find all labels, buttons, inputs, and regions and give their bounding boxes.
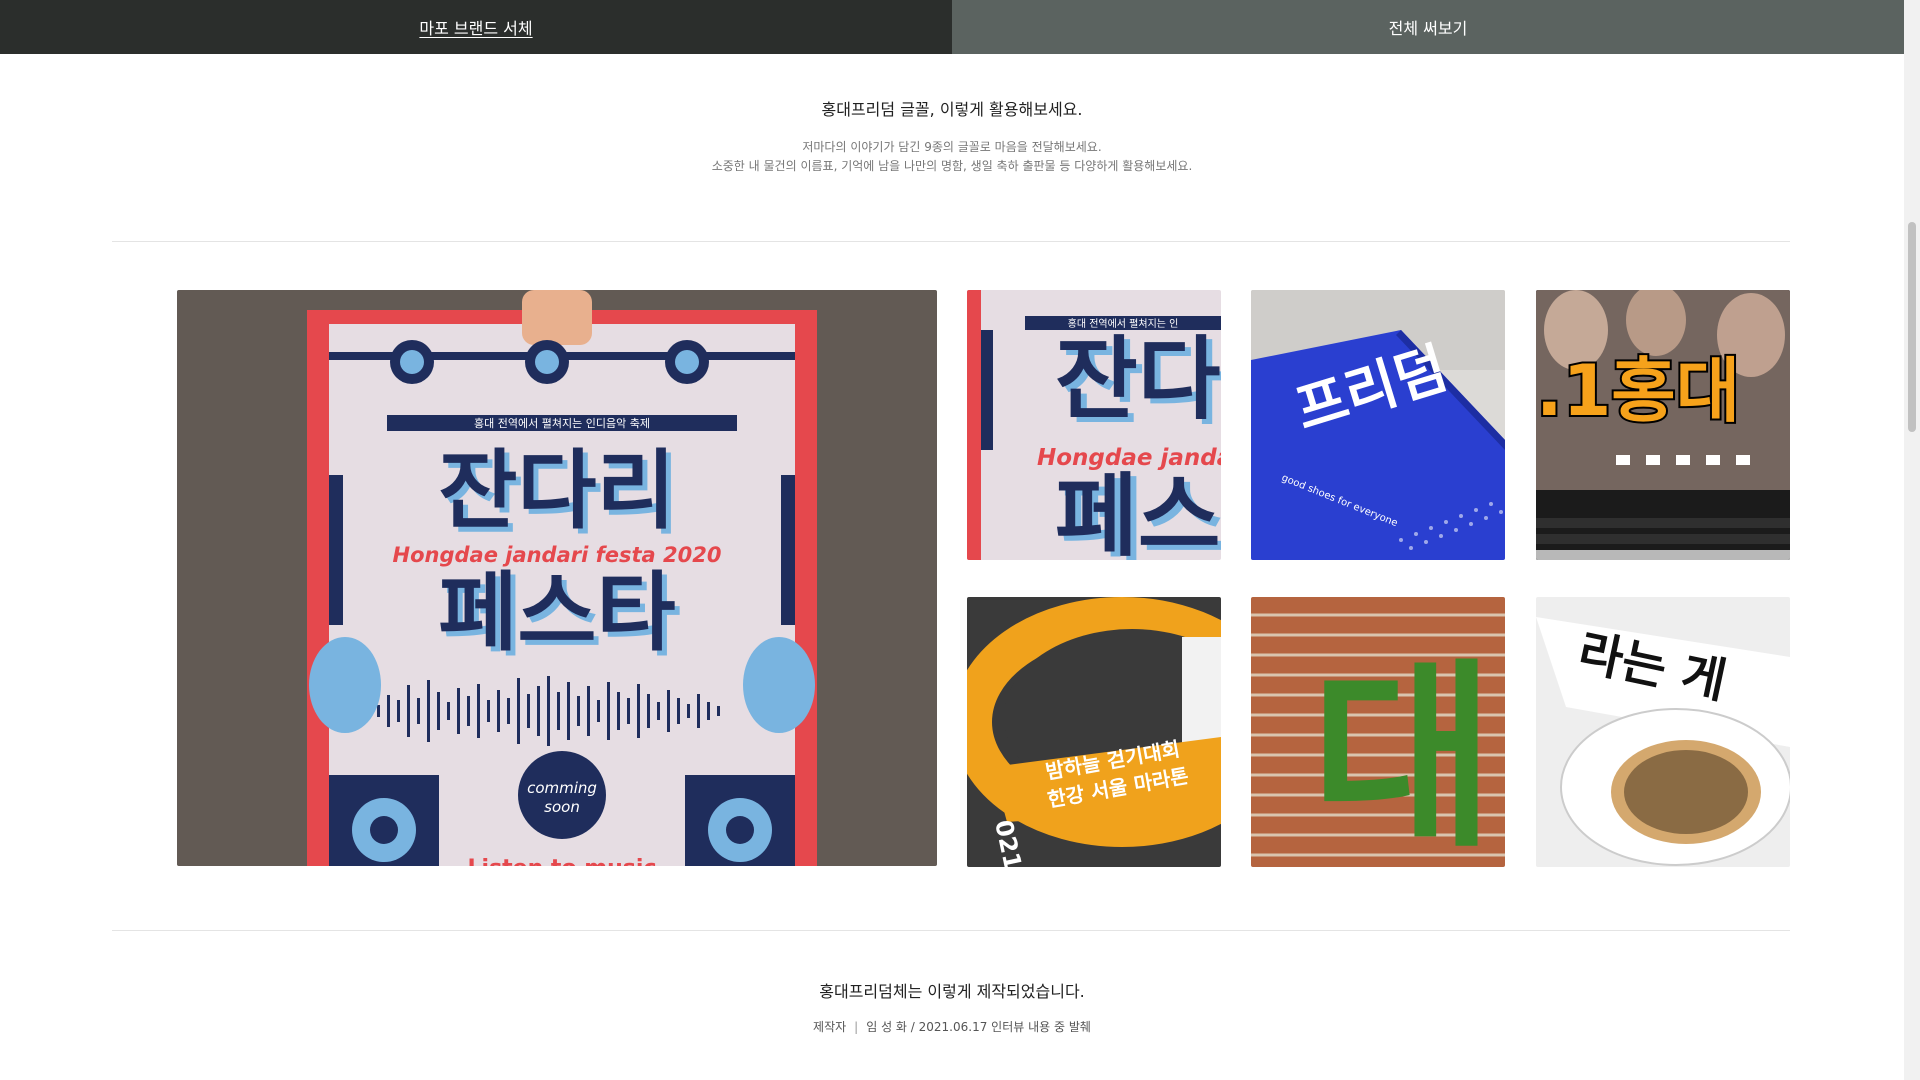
made-section-title: 홍대프리덤체는 이렇게 제작되었습니다. bbox=[819, 982, 1085, 1001]
made-section-credit: 제작자 | 임 성 화 / 2021.06.17 인터뷰 내용 중 발췌 bbox=[0, 1018, 1904, 1035]
gallery-tape-image[interactable]: 라는 게 bbox=[1536, 597, 1790, 867]
poster-banner-text: 홍대 전역에서 펼쳐지는 인디음악 축제 bbox=[474, 416, 650, 430]
gallery-poster-crop-image[interactable]: 홍대 전역에서 펼쳐지는 인 잔다 잔다 Hongdae jandari 페스 … bbox=[967, 290, 1221, 560]
gallery-wristband-image[interactable]: 021 밤하늘 걷기대회 한강 서울 마라톤 bbox=[967, 597, 1221, 867]
poster-title-line-2: 페스타 bbox=[438, 563, 675, 663]
poster-crop-line-1: 잔다 bbox=[1055, 327, 1221, 432]
usage-desc-line-2: 소중한 내 물건의 이름표, 기억에 남을 나만의 명함, 생일 축하 출판물 … bbox=[711, 159, 1193, 173]
usage-section-description: 저마다의 이야기가 담긴 9종의 글꼴로 마음을 전달해보세요. 소중한 내 물… bbox=[0, 138, 1904, 176]
poster-badge-line-2: soon bbox=[544, 798, 580, 816]
poster-title-line-1: 잔다리 bbox=[438, 441, 675, 541]
gallery-brickwall-image[interactable]: 대 bbox=[1251, 597, 1505, 867]
poster-badge-line-1: comming bbox=[527, 779, 597, 797]
tab-write-all[interactable]: 전체 써보기 bbox=[952, 0, 1904, 54]
section-divider bbox=[112, 241, 1790, 242]
scrollbar-thumb[interactable] bbox=[1908, 222, 1916, 432]
poster-crop-line-2: 페스 bbox=[1055, 464, 1221, 560]
gallery-shoebox-image[interactable]: 프리덤 good shoes for everyone bbox=[1251, 290, 1505, 560]
gallery-poster-image[interactable]: 홍대 전역에서 펼쳐지는 인디음악 축제 잔다리 잔다리 Hongdae jan… bbox=[177, 290, 937, 866]
credit-separator: | bbox=[854, 1020, 859, 1034]
page-scrollbar[interactable] bbox=[1904, 0, 1920, 1080]
gallery-laptop-image[interactable]: .1홍대 bbox=[1536, 290, 1790, 560]
brickwall-letter: 대 bbox=[1311, 642, 1495, 867]
section-divider bbox=[112, 930, 1790, 931]
credit-value: 임 성 화 / 2021.06.17 인터뷰 내용 중 발췌 bbox=[866, 1020, 1091, 1034]
laptop-screen-text: .1홍대 bbox=[1536, 350, 1740, 432]
tab-bar: 마포 브랜드 서체 전체 써보기 bbox=[0, 0, 1904, 54]
tab-mapo-brand-font[interactable]: 마포 브랜드 서체 bbox=[0, 0, 952, 54]
credit-label: 제작자 bbox=[813, 1020, 847, 1034]
usage-section-title: 홍대프리덤 글꼴, 이렇게 활용해보세요. bbox=[821, 100, 1083, 119]
usage-desc-line-1: 저마다의 이야기가 담긴 9종의 글꼴로 마음을 전달해보세요. bbox=[802, 140, 1102, 154]
poster-bottom-text: Listen to music bbox=[468, 856, 657, 866]
